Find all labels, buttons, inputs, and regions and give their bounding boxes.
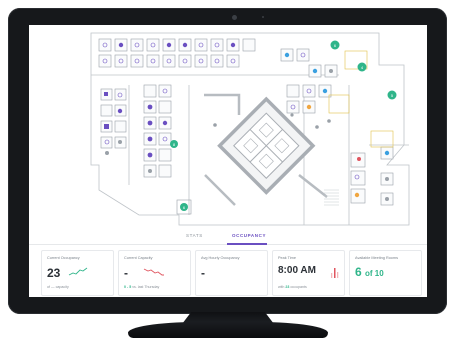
card-subtext-prefix: with [278,285,285,289]
active-tab-indicator [227,243,267,245]
card-value-number: 6 [355,265,362,279]
card-subtext: 0 - 5 vs. last Thursday [124,285,159,289]
card-available-meeting-rooms[interactable]: Available Meeting Rooms 6 of 10 [349,250,422,296]
bar-chart-icon [331,268,339,278]
card-label: Current Capacity [124,256,153,260]
card-label: Avg Hourly Occupancy [201,256,240,260]
trend-down-sparkline-icon [143,268,164,276]
webcam [232,15,237,20]
sensor [262,16,264,18]
card-peak-time[interactable]: Peak Time 8:00 AM with 23 occupants [272,250,345,296]
card-subtext-highlight: 23 [285,285,290,289]
card-value: - [124,266,128,280]
tab-stats[interactable]: STATS [186,233,203,238]
app-screen: 8 6 6 4 5 STATS OCCUPANCY Current Occupa… [29,25,427,297]
card-value: 23 [47,266,61,280]
floor-plan[interactable]: 8 6 6 4 5 [29,25,427,230]
stat-cards: Current Occupancy 23 of — capacity Curre… [41,250,422,296]
trend-up-sparkline-icon [68,267,88,276]
card-value: - [201,266,205,280]
card-label: Peak Time [278,256,296,260]
card-subtext-rest: vs. last Thursday [132,285,160,289]
card-value-rest: of 10 [365,269,384,278]
card-label: Available Meeting Rooms [355,256,398,260]
card-label: Current Occupancy [47,256,80,260]
card-value: 8:00 AM [278,265,316,276]
card-value: 6 of 10 [355,265,384,279]
card-subtext: of — capacity [47,285,69,289]
view-tabs: STATS OCCUPANCY [29,232,427,245]
tab-occupancy[interactable]: OCCUPANCY [232,233,266,238]
card-subtext-rest: occupants [290,285,307,289]
card-subtext-highlight: 0 - 5 [124,285,132,289]
card-current-capacity[interactable]: Current Capacity - 0 - 5 vs. last Thursd… [118,250,191,296]
floor-plan-map[interactable]: 8 6 6 4 5 [29,25,427,230]
monitor-stand-base [128,322,328,338]
card-current-occupancy[interactable]: Current Occupancy 23 of — capacity [41,250,114,296]
card-subtext: with 23 occupants [278,285,307,289]
card-avg-hourly-occupancy[interactable]: Avg Hourly Occupancy - [195,250,268,296]
